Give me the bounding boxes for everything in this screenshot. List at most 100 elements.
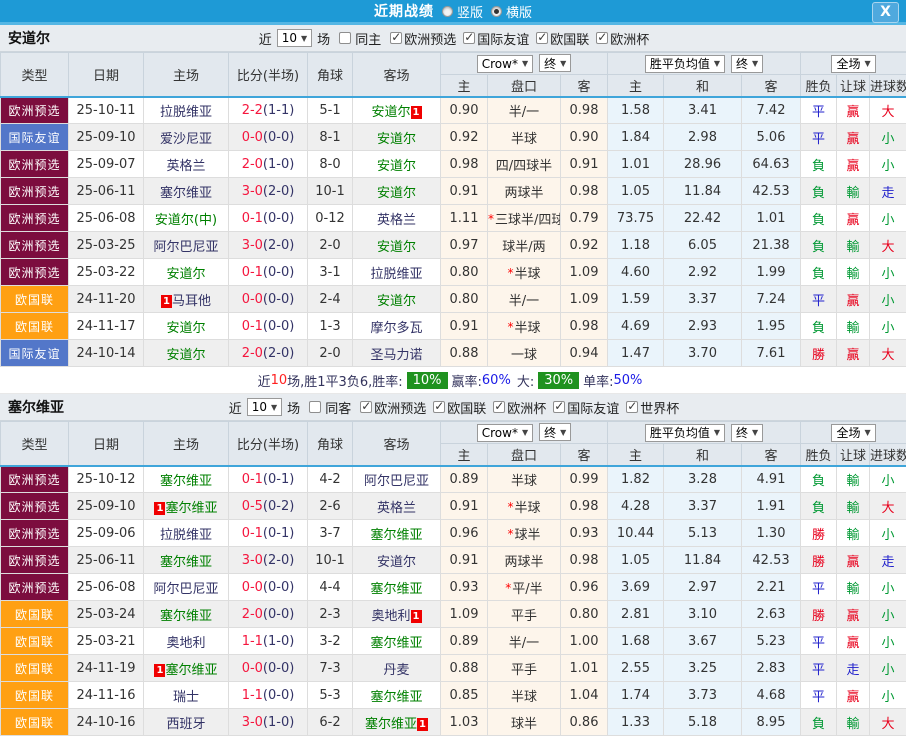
home-odds: 1.03 (440, 708, 488, 736)
home-team-name: 安道尔(中) (154, 212, 218, 228)
sub-col-header: 胜负 (800, 74, 838, 98)
handicap-line: 球半/两 (487, 231, 561, 259)
corner-count: 6-2 (307, 708, 353, 736)
layout-radio-horizontal[interactable]: 横版 (491, 2, 532, 21)
corner-count: 3-2 (307, 627, 353, 655)
home-team-name: 塞尔维亚 (165, 662, 218, 678)
competition-checkbox-label: 欧国联 (550, 32, 590, 48)
competition-checkbox-0[interactable] (360, 399, 373, 413)
fulltime-score: 0-1 (241, 471, 263, 487)
match-date: 24-11-19 (68, 654, 144, 682)
odds-source-select[interactable]: Crow* ▼ (476, 423, 534, 442)
score-cell: 2-0(2-0) (228, 339, 308, 367)
sub-col-header: 客 (559, 74, 609, 98)
mean-away-odds: 42.53 (741, 546, 802, 574)
home-team: 塞尔维亚 (143, 465, 229, 493)
scope-select[interactable]: 全场 ▼ (831, 54, 876, 73)
result-goals: 走 (869, 546, 906, 574)
away-team: 英格兰 (352, 204, 441, 232)
odds-source-select[interactable]: Crow* ▼ (476, 54, 534, 73)
mean-type-select[interactable]: 胜平负均值 ▼ (644, 54, 726, 73)
scope-select[interactable]: 全场 ▼ (831, 423, 876, 442)
away-team: 塞尔维亚 (352, 519, 441, 547)
odds-stage-select[interactable]: 终 ▼ (539, 423, 572, 442)
competition-checkbox-1[interactable] (433, 399, 446, 413)
radio-unchecked-icon[interactable] (441, 5, 453, 17)
mean-draw-odds: 3.28 (663, 465, 743, 493)
away-odds: 0.94 (559, 339, 609, 367)
layout-radio-vertical[interactable]: 竖版 (441, 2, 483, 21)
radio-checked-icon[interactable] (491, 5, 502, 17)
away-team: 安道尔 (352, 150, 441, 178)
corner-count: 2-4 (307, 285, 353, 313)
odd-rate-value: 50% (613, 372, 643, 388)
away-team: 塞尔维亚 (352, 573, 441, 601)
competition-badge: 国际友谊 (0, 339, 69, 367)
away-team: 安道尔 (352, 177, 441, 205)
mean-draw-odds: 3.10 (663, 600, 743, 628)
fulltime-score: 2-0 (241, 345, 263, 361)
mean-home-odds: 1.05 (607, 546, 665, 574)
home-odds: 0.91 (440, 546, 488, 574)
matches-table-0: 类型 日期 主场 比分(半场) 角球 客场 Crow* ▼ 终 ▼ 胜平负均值 ▼ 终 ▼ 全场 ▼ 主盘口客主… (0, 52, 906, 367)
competition-checkbox-2[interactable] (536, 30, 549, 44)
chevron-down-icon: ▼ (752, 59, 759, 68)
home-team-name: 塞尔维亚 (159, 185, 212, 201)
mean-home-odds: 4.28 (607, 492, 665, 520)
competition-checkbox-1[interactable] (463, 30, 476, 44)
mean-draw-odds: 2.97 (663, 573, 743, 601)
close-button[interactable]: X (872, 2, 899, 23)
same-venue-checkbox[interactable] (309, 401, 322, 413)
sub-col-header: 客 (741, 74, 802, 98)
score-cell: 0-1(0-0) (228, 312, 308, 340)
score-cell: 0-1(0-1) (228, 519, 308, 547)
away-team: 摩尔多瓦 (352, 312, 441, 340)
result-handicap: 輸 (836, 312, 871, 340)
same-venue-label: 同客 (325, 401, 352, 417)
handicap-line: 半/一 (487, 285, 561, 313)
result-goals: 小 (869, 258, 906, 286)
mean-home-odds: 1.33 (607, 708, 665, 736)
mean-group: 胜平负均值 ▼ 终 ▼ (607, 52, 802, 75)
away-team-name: 塞尔维亚 (370, 635, 423, 651)
home-team-name: 塞尔维亚 (165, 500, 218, 516)
odds-stage-select[interactable]: 终 ▼ (539, 54, 572, 73)
halftime-score: (1-0) (262, 633, 295, 649)
mean-stage-select[interactable]: 终 ▼ (731, 54, 764, 73)
mean-away-odds: 5.06 (741, 123, 802, 151)
same-venue-checkbox[interactable] (339, 32, 352, 44)
result-handicap: 輸 (836, 258, 871, 286)
result-handicap: 贏 (836, 123, 871, 151)
away-team-name: 奥地利 (371, 608, 411, 624)
competition-badge: 欧国联 (0, 654, 69, 682)
competition-checkbox-3[interactable] (553, 399, 566, 413)
score-cell: 0-0(0-0) (228, 573, 308, 601)
handicap-line: 平手 (487, 600, 561, 628)
home-team: 安道尔(中) (143, 204, 229, 232)
home-team-name: 拉脱维亚 (159, 104, 212, 120)
result-handicap: 輸 (836, 573, 871, 601)
home-team: 爱沙尼亚 (143, 123, 229, 151)
home-team: 塞尔维亚 (143, 177, 229, 205)
handicap-line: *半球 (487, 312, 561, 340)
competition-checkbox-0[interactable] (390, 30, 403, 44)
competition-checkbox-4[interactable] (626, 399, 639, 413)
competition-checkbox-3[interactable] (596, 30, 609, 44)
mean-type-select[interactable]: 胜平负均值 ▼ (644, 423, 726, 442)
away-team-name: 阿尔巴尼亚 (363, 473, 429, 489)
corner-count: 1-3 (307, 312, 353, 340)
mean-draw-odds: 3.73 (663, 681, 743, 709)
handicap-line: *半球 (487, 492, 561, 520)
score-cell: 0-1(0-0) (228, 204, 308, 232)
mean-home-odds: 1.74 (607, 681, 665, 709)
red-card-badge: 1 (154, 501, 166, 515)
mean-stage-select[interactable]: 终 ▼ (731, 423, 764, 442)
competition-badge: 欧洲预选 (0, 96, 69, 124)
match-count-select[interactable]: 10 ▼ (246, 398, 283, 416)
odds-stage-select-value: 终 (544, 425, 557, 440)
away-odds: 1.00 (559, 627, 609, 655)
competition-checkbox-2[interactable] (493, 399, 506, 413)
match-count-select[interactable]: 10 ▼ (276, 29, 313, 47)
away-odds: 0.98 (559, 312, 609, 340)
score-cell: 0-0(0-0) (228, 123, 308, 151)
